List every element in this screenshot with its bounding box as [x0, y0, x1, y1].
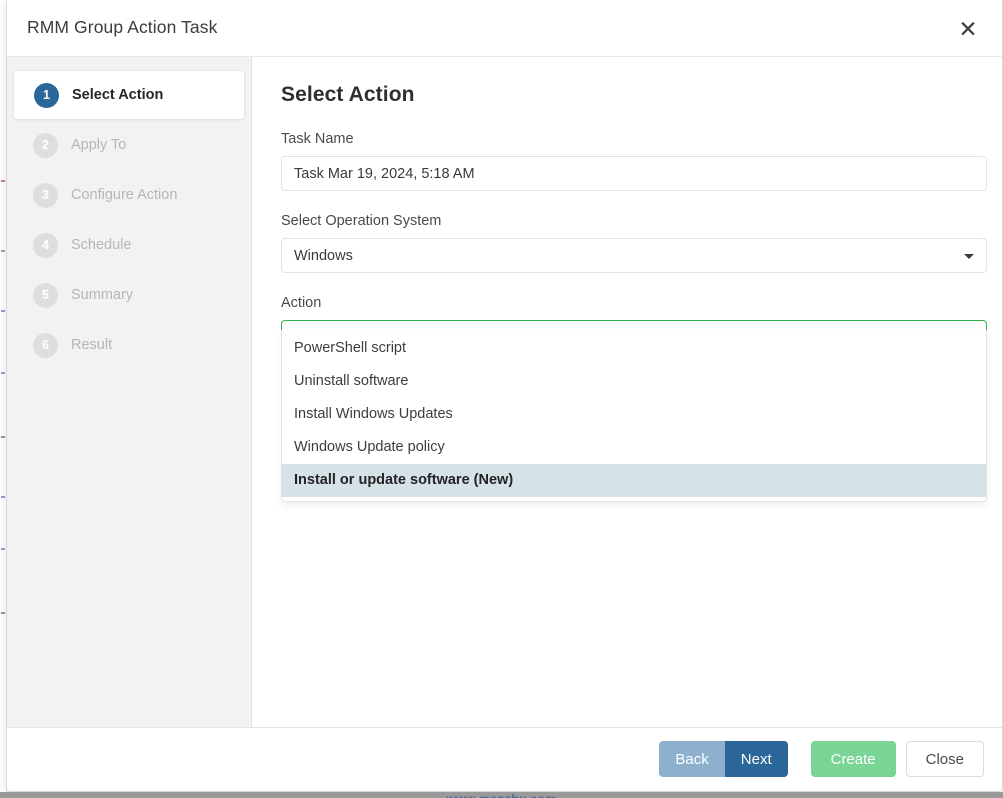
watermark: www.mspzhu.com — [0, 792, 1003, 798]
rmm-group-action-task-dialog: RMM Group Action Task ✕ 1 Select Action … — [6, 0, 1003, 792]
operation-system-select[interactable]: Windows — [281, 238, 987, 273]
dialog-footer: Back Next Create Close — [7, 727, 1002, 791]
step-number-badge: 6 — [33, 332, 58, 358]
step-content-panel: Select Action Task Name Select Operation… — [253, 57, 1002, 727]
footer-action-buttons: Back Next Create Close — [659, 741, 984, 777]
task-name-input[interactable] — [281, 156, 987, 191]
action-label: Action — [281, 295, 322, 311]
sidebar-step-schedule[interactable]: 4 Schedule — [13, 220, 245, 270]
sidebar-step-summary[interactable]: 5 Summary — [13, 270, 245, 320]
step-label: Configure Action — [71, 187, 178, 203]
step-label: Result — [71, 337, 113, 353]
step-number-badge: 3 — [33, 182, 58, 208]
action-field-group: Action Install or update software (New) … — [281, 295, 987, 502]
back-next-button-group: Back Next — [659, 741, 788, 777]
close-icon[interactable]: ✕ — [951, 12, 985, 46]
wizard-step-sidebar: 1 Select Action 2 Apply To 3 Configure A… — [7, 57, 252, 727]
create-button[interactable]: Create — [810, 741, 896, 777]
task-name-label: Task Name — [281, 131, 354, 147]
task-name-field-group: Task Name — [281, 131, 987, 191]
step-label: Select Action — [72, 87, 164, 103]
dialog-header: RMM Group Action Task ✕ — [7, 0, 1002, 57]
operation-system-value: Windows — [294, 247, 353, 264]
sidebar-step-select-action[interactable]: 1 Select Action — [13, 70, 245, 120]
page-title: Select Action — [281, 83, 415, 106]
operation-system-label: Select Operation System — [281, 213, 442, 229]
next-button[interactable]: Next — [724, 741, 788, 777]
back-button[interactable]: Back — [659, 741, 725, 777]
step-label: Schedule — [71, 237, 132, 253]
action-option-windows-update-policy[interactable]: Windows Update policy — [282, 431, 986, 464]
chevron-down-icon — [964, 253, 974, 259]
close-button[interactable]: Close — [905, 741, 984, 777]
action-option-powershell-script[interactable]: PowerShell script — [282, 332, 986, 365]
watermark-text: www.mspzhu.com — [447, 792, 557, 798]
action-dropdown-list: PowerShell script Uninstall software Ins… — [281, 330, 987, 502]
step-label: Apply To — [71, 137, 127, 153]
sidebar-step-apply-to[interactable]: 2 Apply To — [13, 120, 245, 170]
step-label: Summary — [71, 287, 134, 303]
step-number-badge: 2 — [33, 132, 58, 158]
dialog-title: RMM Group Action Task — [27, 17, 218, 37]
sidebar-step-result[interactable]: 6 Result — [13, 320, 245, 370]
step-number-badge: 1 — [34, 82, 59, 108]
action-option-install-windows-updates[interactable]: Install Windows Updates — [282, 398, 986, 431]
step-number-badge: 4 — [33, 232, 58, 258]
dialog-body: 1 Select Action 2 Apply To 3 Configure A… — [7, 57, 1002, 727]
operation-system-field-group: Select Operation System Windows — [281, 213, 987, 273]
action-option-install-or-update-software-new[interactable]: Install or update software (New) — [282, 464, 986, 497]
sidebar-step-configure-action[interactable]: 3 Configure Action — [13, 170, 245, 220]
step-number-badge: 5 — [33, 282, 58, 308]
action-option-uninstall-software[interactable]: Uninstall software — [282, 365, 986, 398]
